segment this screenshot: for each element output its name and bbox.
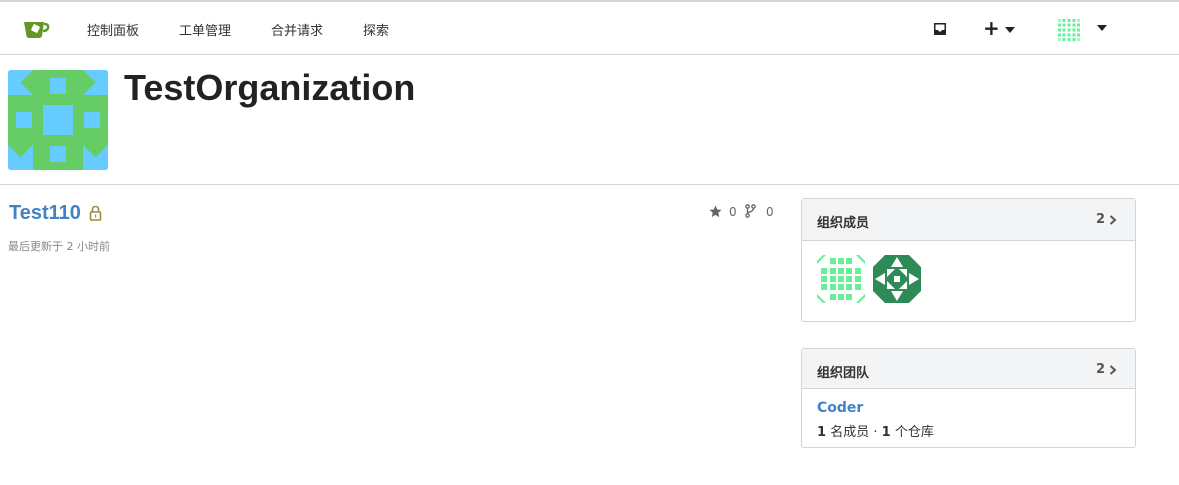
nav-dashboard[interactable]: 控制面板 xyxy=(87,20,139,39)
members-panel-header[interactable]: 组织成员 2 xyxy=(802,199,1135,241)
fork-icon xyxy=(745,204,756,218)
nav-explore[interactable]: 探索 xyxy=(363,20,389,39)
team-link[interactable]: Coder xyxy=(817,400,863,416)
star-icon xyxy=(709,205,722,218)
repo-updated-time: 最后更新于 2 小时前 xyxy=(8,240,110,253)
team-stats-separator: · xyxy=(873,425,878,440)
gitea-logo-icon[interactable] xyxy=(22,16,50,40)
top-navbar: 控制面板 工单管理 合并请求 探索 + xyxy=(0,0,1179,55)
nav-issues[interactable]: 工单管理 xyxy=(179,20,231,39)
team-member-count: 1 xyxy=(817,425,827,440)
member-avatar[interactable] xyxy=(873,255,921,303)
team-repo-count: 1 xyxy=(881,425,891,440)
create-new-button[interactable]: + xyxy=(983,17,1000,39)
team-stats: 1 名成员 · 1 个仓库 xyxy=(817,421,934,440)
nav-pull-requests[interactable]: 合并请求 xyxy=(271,20,323,39)
chevron-right-icon xyxy=(1109,365,1117,375)
chevron-down-icon[interactable] xyxy=(1005,27,1015,33)
user-avatar[interactable] xyxy=(1057,18,1081,42)
teams-count: 2 xyxy=(1095,362,1105,377)
teams-panel-header[interactable]: 组织团队 2 xyxy=(802,349,1135,389)
team-repo-label: 个仓库 xyxy=(894,425,934,440)
members-panel: 组织成员 2 xyxy=(801,198,1136,322)
chevron-right-icon xyxy=(1109,215,1117,225)
member-avatar[interactable] xyxy=(817,255,865,303)
members-count: 2 xyxy=(1095,212,1105,227)
org-avatar xyxy=(8,70,108,170)
inbox-icon[interactable] xyxy=(932,22,948,36)
star-count: 0 xyxy=(729,205,737,219)
teams-panel-title: 组织团队 xyxy=(817,366,870,381)
team-member-label: 名成员 xyxy=(830,425,870,440)
repo-link[interactable]: Test110 xyxy=(9,202,81,225)
lock-icon xyxy=(89,205,102,221)
org-header: TestOrganization xyxy=(0,55,1179,185)
members-panel-title: 组织成员 xyxy=(817,216,870,231)
fork-count: 0 xyxy=(766,205,774,219)
user-menu-chevron-icon[interactable] xyxy=(1097,25,1107,31)
teams-panel: 组织团队 2 Coder 1 名成员 · 1 个仓库 xyxy=(801,348,1136,448)
org-title: TestOrganization xyxy=(124,67,416,108)
